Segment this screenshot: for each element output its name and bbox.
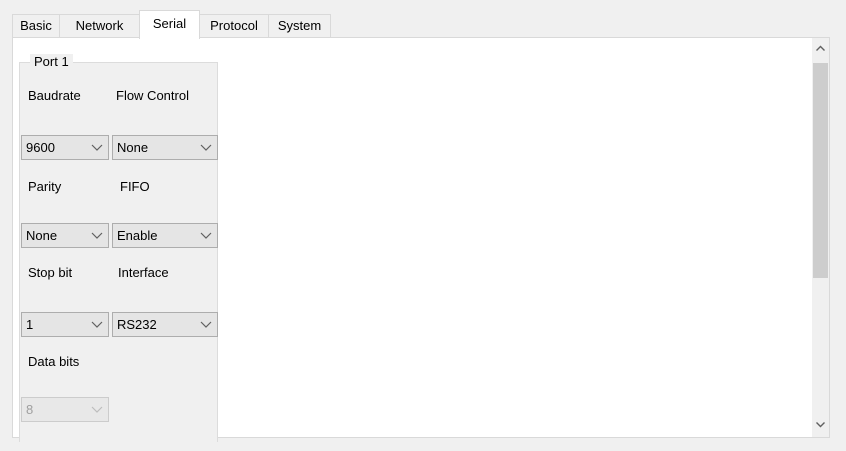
chevron-down-icon xyxy=(200,313,212,336)
baudrate-select[interactable]: 9600 xyxy=(21,135,109,160)
stop-bit-label: Stop bit xyxy=(28,265,73,280)
vertical-scrollbar[interactable] xyxy=(812,38,829,437)
tab-system[interactable]: System xyxy=(268,14,331,37)
flow-control-label: Flow Control xyxy=(116,88,189,103)
baudrate-label: Baudrate xyxy=(28,88,81,103)
tab-label: Serial xyxy=(152,16,187,31)
stop-bit-value: 1 xyxy=(26,317,34,332)
port-group: Port 1 Baudrate Flow Control 9600 None P… xyxy=(19,54,218,442)
tab-label: Basic xyxy=(20,18,52,33)
tab-protocol[interactable]: Protocol xyxy=(199,14,269,37)
flow-control-select[interactable]: None xyxy=(112,135,218,160)
chevron-down-icon xyxy=(91,313,103,336)
chevron-down-icon xyxy=(200,136,212,159)
baudrate-value: 9600 xyxy=(26,140,55,155)
fifo-value: Enable xyxy=(117,228,158,243)
stop-bit-select[interactable]: 1 xyxy=(21,312,109,337)
tab-label: Network xyxy=(75,18,124,33)
interface-select[interactable]: RS232 xyxy=(112,312,218,337)
port-group-title: Port 1 xyxy=(30,54,73,69)
chevron-down-icon xyxy=(812,421,829,436)
tab-label: System xyxy=(277,18,322,33)
scroll-thumb[interactable] xyxy=(813,63,828,278)
tab-label: Protocol xyxy=(210,18,258,33)
interface-value: RS232 xyxy=(117,317,157,332)
chevron-down-icon xyxy=(91,398,103,421)
fifo-label: FIFO xyxy=(120,179,150,194)
parity-label: Parity xyxy=(28,179,62,194)
tab-basic[interactable]: Basic xyxy=(12,14,60,37)
serial-panel: Port 1 Baudrate Flow Control 9600 None P… xyxy=(12,37,830,442)
scroll-down-button[interactable] xyxy=(812,416,829,433)
interface-label: Interface xyxy=(118,265,169,280)
data-bits-value: 8 xyxy=(26,402,34,417)
parity-select[interactable]: None xyxy=(21,223,109,248)
tab-network[interactable]: Network xyxy=(59,14,140,37)
fifo-select[interactable]: Enable xyxy=(112,223,218,248)
chevron-up-icon xyxy=(812,45,829,60)
chevron-down-icon xyxy=(91,136,103,159)
chevron-down-icon xyxy=(91,224,103,247)
tab-serial[interactable]: Serial xyxy=(139,10,200,39)
parity-value: None xyxy=(26,228,58,243)
scroll-up-button[interactable] xyxy=(812,40,829,57)
chevron-down-icon xyxy=(200,224,212,247)
data-bits-label: Data bits xyxy=(28,354,80,369)
data-bits-select: 8 xyxy=(21,397,109,422)
flow-control-value: None xyxy=(117,140,149,155)
